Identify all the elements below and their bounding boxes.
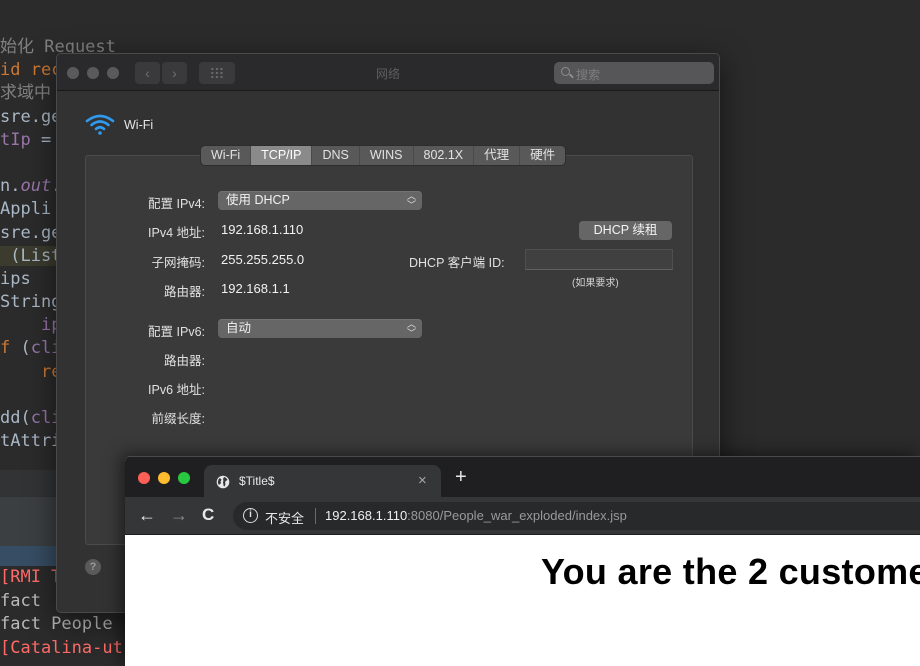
tab-wins[interactable]: WINS [360, 146, 414, 165]
ipv4-address-value: 192.168.1.110 [221, 222, 304, 237]
interface-name: Wi-Fi [124, 118, 154, 132]
ipv6-address-label: IPv6 地址: [148, 383, 205, 397]
code-token: dd( [0, 408, 31, 428]
tab-tcp-ip[interactable]: TCP/IP [251, 146, 313, 165]
updown-chevron-icon: ︿ ﹀ [406, 190, 416, 210]
forward-arrow-icon[interactable]: → [170, 505, 188, 525]
help-button[interactable]: ? [85, 559, 101, 575]
code-token: = [30, 129, 52, 150]
zoom-window-button[interactable] [178, 472, 190, 484]
browser-window: $Title$ × + ← → C i 不安全 192.168.1.110:80… [125, 456, 920, 666]
configure-ipv6-value: 自动 [226, 321, 252, 335]
url-path: :8080/People_war_exploded/index.jsp [407, 508, 627, 523]
code-token: tAttri [0, 431, 62, 452]
info-icon[interactable]: i [243, 508, 258, 523]
configure-ipv4-label: 配置 IPv4: [148, 197, 205, 211]
browser-tab-strip: $Title$ × + [125, 456, 920, 498]
dhcp-renew-button[interactable]: DHCP 续租 [579, 221, 672, 240]
divider [315, 508, 316, 524]
updown-chevron-icon: ︿ ﹀ [406, 318, 416, 338]
tab-802-1x[interactable]: 802.1X [414, 146, 475, 165]
wifi-icon [85, 114, 115, 135]
code-token: id [0, 60, 31, 81]
tab-wi-fi[interactable]: Wi-Fi [201, 146, 252, 165]
window-titlebar: ‹ › 网络 搜索 [57, 54, 719, 91]
url-text[interactable]: 192.168.1.110:8080/People_war_exploded/i… [325, 508, 627, 523]
close-window-button[interactable] [138, 472, 150, 484]
ipv4-address-label: IPv4 地址: [148, 226, 205, 240]
code-token: ( [20, 338, 31, 359]
code-token: tIp [0, 129, 31, 150]
console-line: [Catalina-ut [0, 637, 123, 658]
browser-tab[interactable]: $Title$ × [204, 465, 441, 498]
code-token: ips [0, 268, 31, 289]
code-token: 求域中 [0, 83, 51, 104]
reload-icon[interactable]: C [202, 505, 214, 525]
tab-hardware[interactable]: 硬件 [520, 146, 565, 165]
configure-ipv4-select[interactable]: 使用 DHCP ︿ ﹀ [218, 191, 422, 210]
search-icon [561, 67, 570, 76]
code-token: f [0, 338, 21, 359]
configure-ipv4-value: 使用 DHCP [226, 193, 290, 207]
console-line: fact People [0, 614, 113, 634]
globe-icon [216, 475, 230, 489]
tab-proxies[interactable]: 代理 [474, 146, 521, 165]
code-token: n. [0, 176, 21, 197]
search-input[interactable]: 搜索 [554, 62, 714, 84]
back-arrow-icon[interactable]: ← [138, 505, 156, 525]
configure-ipv6-label: 配置 IPv6: [148, 325, 205, 339]
new-tab-button[interactable]: + [455, 467, 467, 487]
page-content: You are the 2 customer [125, 535, 920, 666]
dhcp-client-id-input[interactable] [525, 249, 673, 270]
tab-title: $Title$ [239, 474, 275, 488]
configure-ipv6-select[interactable]: 自动 ︿ ﹀ [218, 319, 422, 338]
code-token: out [20, 176, 52, 197]
router-label: 路由器: [164, 285, 205, 299]
code-token: Appli [0, 199, 52, 220]
router6-label: 路由器: [164, 354, 205, 368]
minimize-window-button[interactable] [158, 472, 170, 484]
close-tab-icon[interactable]: × [418, 472, 427, 489]
browser-toolbar: ← → C i 不安全 192.168.1.110:8080/People_wa… [125, 497, 920, 535]
tab-dns[interactable]: DNS [312, 146, 360, 165]
prefix-length-label: 前缀长度: [151, 412, 205, 426]
security-status[interactable]: 不安全 [265, 508, 304, 527]
code-token: sre.ge [0, 222, 62, 243]
settings-tabs: Wi-Fi TCP/IP DNS WINS 802.1X 代理 硬件 [201, 146, 566, 165]
search-placeholder: 搜索 [576, 68, 601, 82]
address-bar[interactable]: i 不安全 192.168.1.110:8080/People_war_expl… [233, 502, 920, 530]
subnet-mask-label: 子网掩码: [151, 256, 205, 270]
router-value: 192.168.1.1 [221, 281, 290, 296]
dhcp-client-id-hint: (如果要求) [572, 278, 619, 289]
dhcp-client-id-label: DHCP 客户端 ID: [409, 256, 505, 270]
page-heading: You are the 2 customer [541, 551, 920, 592]
code-token: sre.ge [0, 106, 62, 127]
code-token: String [0, 292, 62, 313]
subnet-mask-value: 255.255.255.0 [221, 252, 305, 267]
code-token: (List [0, 245, 62, 266]
url-host: 192.168.1.110 [325, 508, 408, 523]
